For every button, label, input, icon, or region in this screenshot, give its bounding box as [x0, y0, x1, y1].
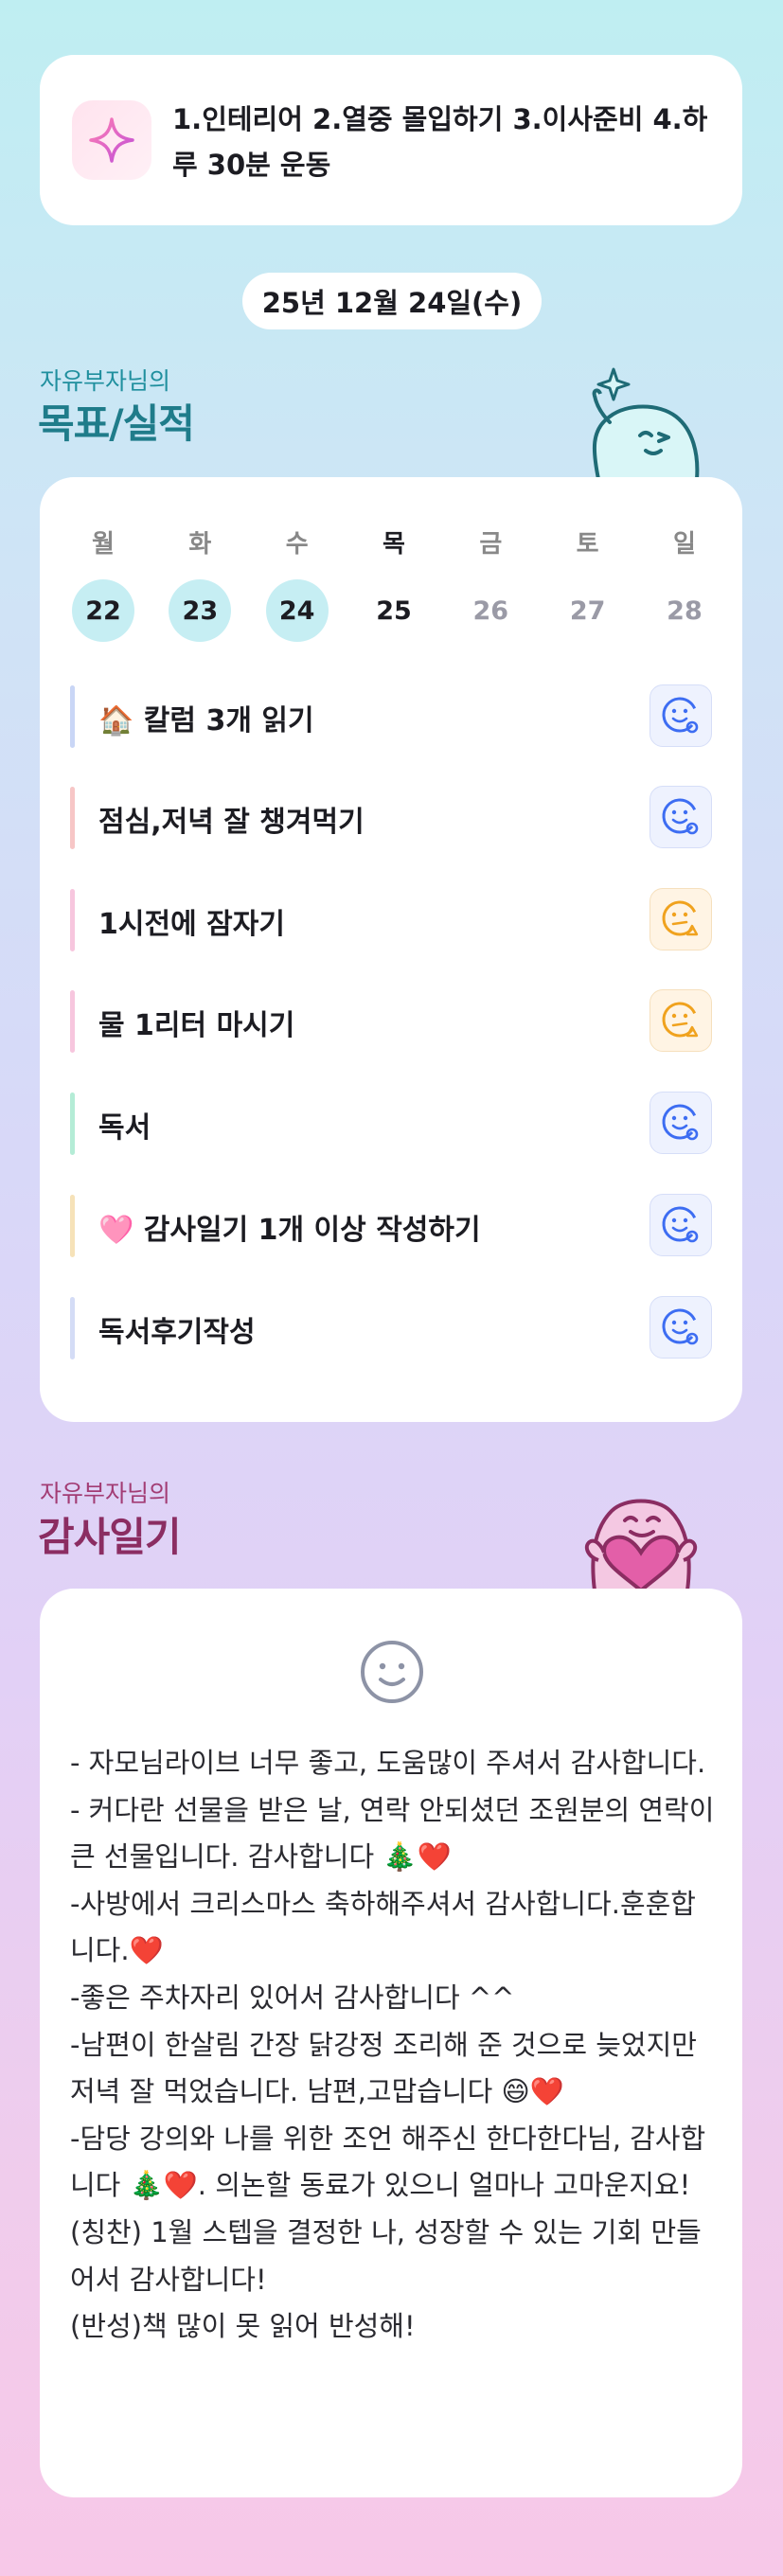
task-row[interactable]: 점심,저녁 잘 챙겨먹기 — [70, 785, 712, 851]
task-color-bar — [70, 889, 75, 951]
task-row[interactable]: 독서 — [70, 1091, 712, 1157]
smile-face-icon — [361, 1641, 423, 1703]
sparkle-icon — [72, 100, 151, 180]
date-selector[interactable]: 25년 12월 24일(수) — [242, 273, 542, 329]
task-label: 독서 — [98, 1111, 151, 1145]
goal-banner[interactable]: 1.인테리어 2.열중 몰입하기 3.이사준비 4.하루 30분 운동 — [40, 55, 742, 225]
weekday-label-today: 목 — [383, 530, 405, 559]
good-face-icon[interactable] — [650, 684, 712, 747]
task-label: 물 1리터 마시기 — [98, 1009, 295, 1042]
task-row[interactable]: 🏠 칼럼 3개 읽기 — [70, 684, 712, 750]
weekday-header-row: 월 화 수 목 금 토 일 — [72, 524, 716, 560]
goals-card: 월 화 수 목 금 토 일 22 23 24 25 26 27 28 🏠 칼럼 … — [40, 477, 742, 1422]
weekday-label: 화 — [188, 530, 212, 559]
weekday-label: 금 — [479, 530, 503, 559]
date-cell-completed[interactable]: 23 — [169, 579, 232, 642]
date-cell-completed[interactable]: 22 — [72, 579, 134, 642]
task-row[interactable]: 물 1리터 마시기 — [70, 988, 712, 1055]
weekday-label: 월 — [92, 530, 115, 559]
task-label: 독서후기작성 — [98, 1316, 256, 1349]
heart-character-illustration — [584, 1499, 698, 1590]
good-face-icon[interactable] — [650, 1296, 712, 1359]
good-face-icon[interactable] — [650, 1194, 712, 1256]
meh-face-icon[interactable] — [650, 888, 712, 950]
task-row[interactable]: 독서후기작성 — [70, 1295, 712, 1361]
weekday-label: 토 — [576, 530, 599, 559]
weekday-label: 수 — [285, 530, 309, 559]
ghost-character-illustration — [592, 367, 700, 479]
diary-section-title: 감사일기 — [38, 1514, 182, 1560]
task-row[interactable]: 🩷 감사일기 1개 이상 작성하기 — [70, 1193, 712, 1259]
diary-section-subtitle: 자유부자님의 — [40, 1480, 171, 1507]
task-label: 🩷 감사일기 1개 이상 작성하기 — [98, 1214, 481, 1247]
good-face-icon[interactable] — [650, 786, 712, 848]
date-cell-today[interactable]: 25 — [363, 579, 425, 642]
date-cell-completed[interactable]: 24 — [265, 579, 329, 642]
task-label: 점심,저녁 잘 챙겨먹기 — [98, 806, 365, 839]
good-face-icon[interactable] — [650, 1092, 712, 1154]
date-cell-future[interactable]: 28 — [653, 579, 716, 642]
task-color-bar — [70, 1297, 75, 1359]
date-cell-future[interactable]: 27 — [557, 579, 619, 642]
task-label: 1시전에 잠자기 — [98, 908, 285, 941]
goals-section-title: 목표/실적 — [38, 400, 195, 447]
task-color-bar — [70, 990, 75, 1053]
meh-face-icon[interactable] — [650, 989, 712, 1052]
week-date-row: 22 23 24 25 26 27 28 — [72, 579, 716, 642]
task-color-bar — [70, 787, 75, 849]
task-color-bar — [70, 1093, 75, 1155]
task-label: 🏠 칼럼 3개 읽기 — [98, 704, 314, 737]
task-row[interactable]: 1시전에 잠자기 — [70, 887, 712, 953]
gratitude-diary-card: - 자모님라이브 너무 좋고, 도움많이 주셔서 감사합니다. - 커다란 선물… — [40, 1589, 742, 2497]
date-cell-future[interactable]: 26 — [459, 579, 522, 642]
weekday-label: 일 — [673, 530, 696, 559]
goal-banner-text: 1.인테리어 2.열중 몰입하기 3.이사준비 4.하루 30분 운동 — [172, 103, 708, 181]
task-color-bar — [70, 685, 75, 748]
task-color-bar — [70, 1195, 75, 1257]
diary-entry-text: - 자모님라이브 너무 좋고, 도움많이 주셔서 감사합니다. - 커다란 선물… — [70, 1747, 715, 2343]
